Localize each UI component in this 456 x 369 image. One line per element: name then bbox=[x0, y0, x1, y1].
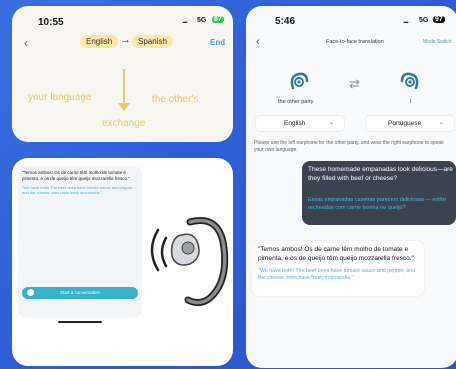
the-others-label: the other's bbox=[152, 94, 199, 105]
left-earbud-icon bbox=[290, 72, 309, 90]
earbud-demo-panel: "Temos ambos! Os de carne têm molho de t… bbox=[12, 158, 233, 366]
signal-bars-icon: .... bbox=[403, 16, 409, 25]
back-chevron-icon[interactable]: ‹ bbox=[256, 36, 260, 48]
left-party-label: the other party bbox=[278, 99, 314, 105]
exchange-label: exchange bbox=[102, 118, 146, 129]
earbud-icon bbox=[150, 217, 229, 307]
right-language-select[interactable]: Portuguese ⌄ bbox=[366, 116, 454, 131]
language-exchange-panel: 10:55 .... 5G 87 ‹ English → Spanish End… bbox=[12, 6, 233, 142]
your-language-label: your language bbox=[28, 92, 92, 103]
from-language-chip[interactable]: English bbox=[80, 35, 119, 48]
end-button[interactable]: End bbox=[210, 38, 225, 47]
status-time: 10:55 bbox=[38, 17, 64, 28]
start-conversation-button[interactable]: Start a conversation bbox=[22, 287, 138, 299]
left-language-value: English bbox=[284, 120, 306, 127]
to-language-chip[interactable]: Spanish bbox=[132, 35, 173, 48]
status-time: 5:46 bbox=[275, 16, 296, 27]
chevron-down-icon: ⌄ bbox=[328, 120, 334, 126]
earphone-hint-text: Please use the left earphone for the oth… bbox=[254, 140, 444, 153]
mode-switch-link[interactable]: Mode Switch bbox=[423, 39, 452, 45]
other-party-portuguese-text: Essas empanadas caseiras parecem delicio… bbox=[308, 197, 446, 211]
face-to-face-translation-panel: 5:46 .... 5G 97 ‹ Face-to-face translati… bbox=[246, 6, 456, 368]
page-title: Face-to-face translation bbox=[326, 39, 384, 45]
my-portuguese-text: "Temos ambos! Os de carne têm molho de t… bbox=[258, 246, 414, 262]
battery-badge: 97 bbox=[433, 16, 445, 23]
arrow-down-icon bbox=[118, 103, 130, 111]
chevron-down-icon: ⌄ bbox=[438, 120, 444, 126]
network-type: 5G bbox=[419, 17, 429, 24]
back-chevron-icon[interactable]: ‹ bbox=[24, 36, 28, 50]
right-earbud-icon bbox=[400, 72, 419, 90]
right-language-value: Portuguese bbox=[388, 120, 422, 127]
right-party-label: I bbox=[410, 99, 412, 105]
left-language-select[interactable]: English ⌄ bbox=[256, 116, 344, 131]
mic-icon bbox=[27, 289, 34, 296]
network-type: 5G bbox=[197, 17, 207, 24]
other-party-english-text: These homemade empanadas look delicious—… bbox=[308, 166, 453, 182]
portuguese-text: "Temos ambos! Os de carne têm molho de t… bbox=[22, 170, 130, 181]
english-translation-text: "We have both! The beef ones have tomato… bbox=[22, 185, 133, 195]
home-indicator bbox=[58, 321, 102, 323]
swap-icon[interactable]: ⇄ bbox=[349, 76, 360, 92]
battery-badge: 87 bbox=[212, 16, 224, 23]
arrow-right-icon: → bbox=[120, 34, 131, 46]
my-english-translation: "We have both! The beef ones have tomato… bbox=[258, 268, 416, 281]
signal-bars-icon: .... bbox=[182, 16, 188, 25]
